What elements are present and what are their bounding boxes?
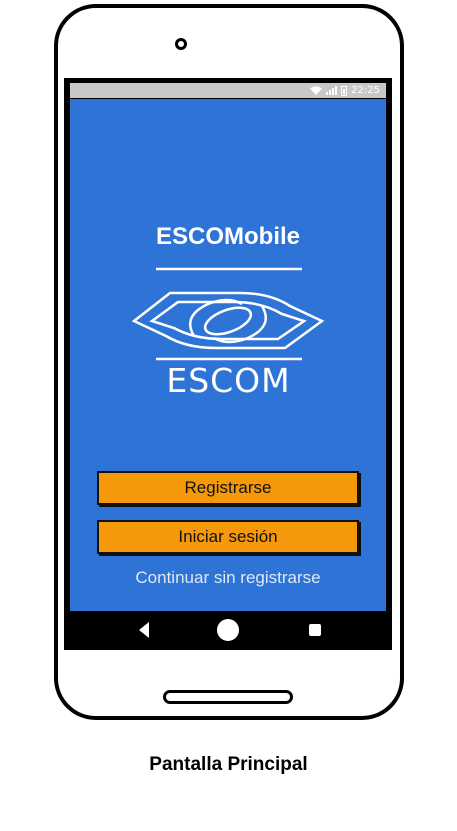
wifi-icon <box>310 86 323 95</box>
app-title: ESCOMobile <box>155 223 300 250</box>
screen-caption: Pantalla Principal <box>149 754 308 775</box>
register-button[interactable]: Registrarse <box>97 471 359 505</box>
battery-icon <box>341 85 348 96</box>
back-icon[interactable] <box>139 622 149 638</box>
logo-text: ESCOM <box>166 361 291 400</box>
home-icon[interactable] <box>217 619 239 641</box>
camera-icon <box>175 38 187 50</box>
signal-icon <box>326 86 338 95</box>
status-time: 22:25 <box>351 85 380 96</box>
phone-home-slot <box>163 690 293 704</box>
recent-apps-icon[interactable] <box>309 624 321 636</box>
continue-without-registering-link[interactable]: Continuar sin registrarse <box>70 568 386 588</box>
status-bar: 22:25 <box>70 83 386 98</box>
login-button[interactable]: Iniciar sesión <box>97 520 359 554</box>
